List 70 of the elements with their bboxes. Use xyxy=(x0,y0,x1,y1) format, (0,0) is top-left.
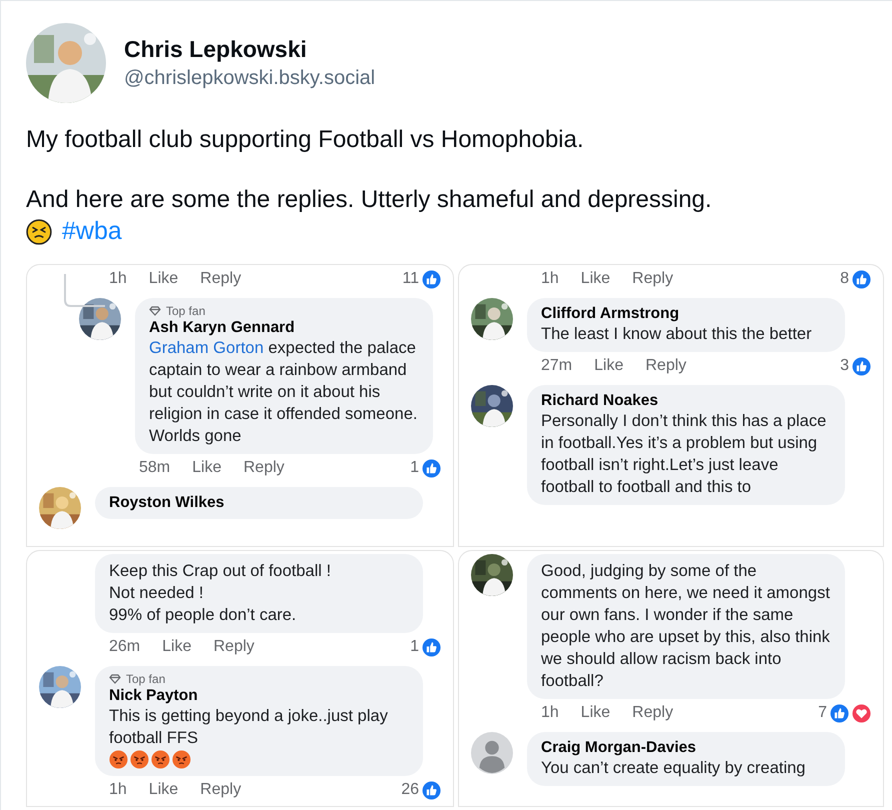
diamond-icon xyxy=(109,674,121,684)
mention-link[interactable]: Graham Gorton xyxy=(149,339,264,357)
reaction-count: 1 xyxy=(410,459,419,477)
reply-link[interactable]: Reply xyxy=(200,781,242,799)
diamond-icon xyxy=(149,306,161,316)
post-text: And here are some the replies. Utterly shameful and depressing. xyxy=(26,185,713,215)
comment-text: Good, judging by some of the comments on here, we need it amongst our own fans. I wonder if the same people who are upset by this, also think we should allow racism back into football? xyxy=(541,562,830,690)
comment-text: Not needed ! xyxy=(109,583,204,604)
reaction-count: 7 xyxy=(818,704,827,722)
like-icon xyxy=(422,458,441,478)
angry-face-icon xyxy=(109,750,128,769)
angry-face-icon xyxy=(130,750,149,769)
comment-text: The least I know about this the better xyxy=(541,325,812,343)
commenter-name[interactable]: Nick Payton xyxy=(109,687,409,705)
comment-text: Graham Gorton expected the palace captain to wear a rainbow armband but couldn’t write on it about his religion in case it offended someone. Worlds gone xyxy=(149,338,418,447)
comment-time: 27m xyxy=(541,357,572,375)
reply-link[interactable]: Reply xyxy=(213,638,254,656)
commenter-name[interactable]: Richard Noakes xyxy=(541,392,831,410)
reaction-count: 3 xyxy=(840,357,849,375)
comment-text: Keep this Crap out of football ! xyxy=(109,561,332,582)
top-fan-label: Top fan xyxy=(166,304,206,318)
reply-link[interactable]: Reply xyxy=(632,270,674,288)
reaction-count: 8 xyxy=(840,270,849,288)
screenshot[interactable] xyxy=(26,264,454,547)
author-handle[interactable]: @chrislepkowski.bsky.social xyxy=(124,67,376,90)
like-link[interactable]: Like xyxy=(580,704,610,722)
reply-link[interactable]: Reply xyxy=(645,357,686,375)
reaction-count: 26 xyxy=(401,781,419,799)
comment-time: 1h xyxy=(541,704,559,722)
comment-text: Personally I don’t think this has a place in football.Yes it’s a problem but using football isn’t right.Let’s just leave football to football and this to xyxy=(541,412,826,496)
screenshot[interactable] xyxy=(458,264,884,547)
comment-time: 1h xyxy=(541,270,559,288)
comment-text: 99% of people don’t care. xyxy=(109,605,298,626)
top-fan-label: Top fan xyxy=(126,672,166,686)
like-icon xyxy=(852,356,871,376)
post-text: My football club supporting Football vs Homophobia. xyxy=(26,125,585,155)
angry-face-icon xyxy=(151,750,170,769)
like-icon xyxy=(422,780,441,800)
like-link[interactable]: Like xyxy=(594,357,624,375)
reaction-count: 1 xyxy=(410,638,419,656)
comment-time: 58m xyxy=(139,459,170,477)
screenshot[interactable] xyxy=(458,550,884,807)
comment-time: 1h xyxy=(109,270,127,288)
like-icon xyxy=(852,270,871,288)
angry-face-icon xyxy=(172,750,191,769)
like-icon xyxy=(830,704,849,722)
avatar-icon xyxy=(471,732,513,774)
hashtag-link[interactable]: #wba xyxy=(62,217,122,246)
reply-link[interactable]: Reply xyxy=(632,704,674,722)
like-link[interactable]: Like xyxy=(580,270,610,288)
commenter-name[interactable]: Craig Morgan-Davies xyxy=(541,739,831,757)
commenter-name[interactable]: Clifford Armstrong xyxy=(541,305,831,323)
like-link[interactable]: Like xyxy=(162,638,192,656)
reaction-count: 11 xyxy=(402,270,419,288)
emoji-icon xyxy=(26,218,52,244)
like-link[interactable]: Like xyxy=(148,270,178,288)
like-link[interactable]: Like xyxy=(148,781,178,799)
like-icon xyxy=(422,270,441,288)
comment-text: You can’t create equality by creating xyxy=(541,759,806,777)
reply-link[interactable]: Reply xyxy=(243,459,284,477)
reply-link[interactable]: Reply xyxy=(200,270,242,288)
commenter-name[interactable]: Royston Wilkes xyxy=(109,494,409,512)
comment-time: 1h xyxy=(109,781,127,799)
commenter-name[interactable]: Ash Karyn Gennard xyxy=(149,319,419,337)
like-icon xyxy=(422,638,441,656)
screenshot[interactable]: Keep this Crap out of football ! Not needed ! 99% of people don’t care. 26m Like Reply 1 Top fan Nick Payton This is getting beyond a joke..just play football FFS 1h Like Reply 26 xyxy=(26,550,454,807)
comment-text: This is getting beyond a joke..just play football FFS xyxy=(109,707,388,747)
author-name[interactable]: Chris Lepkowski xyxy=(124,36,376,63)
comment-time: 26m xyxy=(109,638,140,656)
like-link[interactable]: Like xyxy=(192,459,222,477)
